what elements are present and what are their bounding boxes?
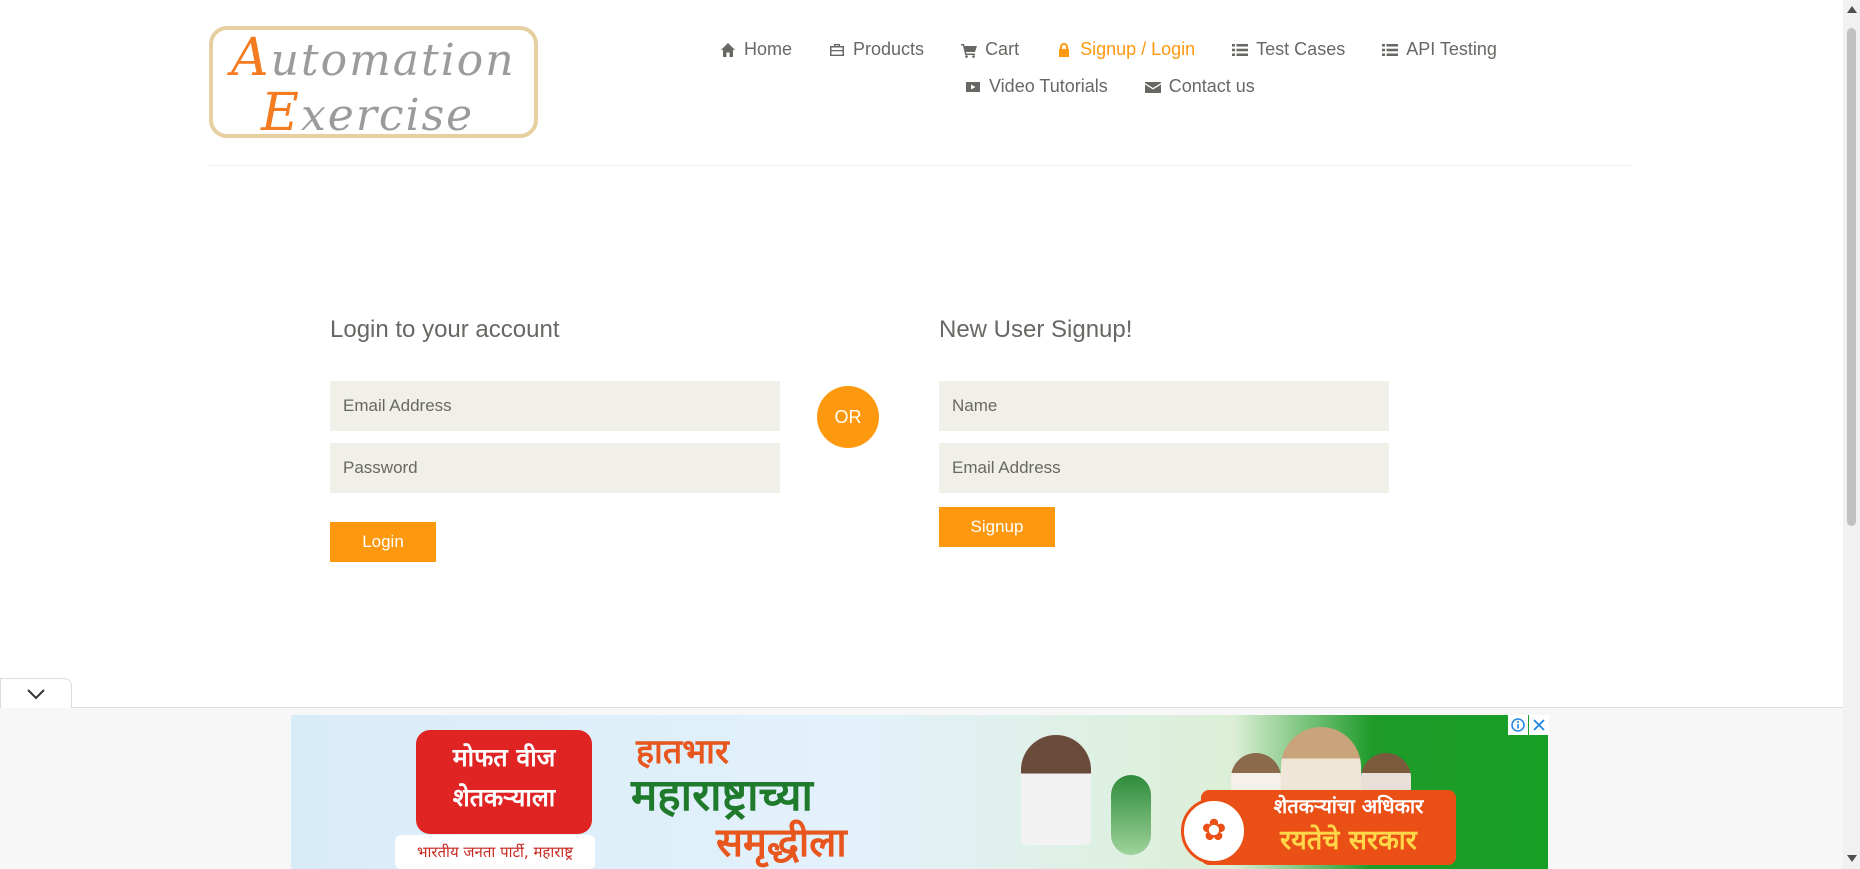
nav-home-label: Home	[744, 39, 793, 59]
scroll-thumb[interactable]	[1847, 28, 1856, 526]
logo-cap-e: E	[261, 83, 301, 143]
logo-word-1: utomation	[270, 35, 516, 86]
signup-email-input[interactable]	[939, 443, 1389, 493]
chevron-down-icon	[27, 688, 45, 699]
nav-video-tutorials-label: Video Tutorials	[989, 76, 1108, 96]
logo-word-2: xercise	[300, 90, 475, 141]
signup-name-input[interactable]	[939, 381, 1389, 431]
list-icon	[1382, 43, 1399, 56]
list-icon	[1232, 43, 1249, 56]
lock-icon	[1059, 42, 1070, 57]
login-password-input[interactable]	[330, 443, 780, 493]
login-title: Login to your account	[330, 316, 560, 343]
nav-cart[interactable]: Cart	[961, 39, 1019, 60]
briefcase-icon	[830, 43, 845, 56]
nav-contact-us-label: Contact us	[1168, 76, 1255, 96]
ad-headline-3: समृद्धीला	[716, 820, 847, 866]
ad-red-box: मोफत वीज शेतकऱ्याला	[416, 730, 592, 834]
nav-api-testing-label: API Testing	[1406, 39, 1497, 59]
signup-button[interactable]: Signup	[939, 507, 1055, 547]
nav-contact-us[interactable]: Contact us	[1144, 76, 1255, 97]
nav-test-cases-label: Test Cases	[1256, 39, 1346, 59]
logo-cap-a: A	[231, 28, 271, 88]
envelope-icon	[1144, 81, 1161, 93]
ad-leader-portrait	[1281, 727, 1361, 797]
nav-api-testing[interactable]: API Testing	[1382, 39, 1497, 60]
secondary-nav: Video Tutorials Contact us	[965, 76, 1292, 97]
cart-icon	[961, 43, 978, 58]
login-email-input[interactable]	[330, 381, 780, 431]
signup-title: New User Signup!	[939, 316, 1133, 343]
ad-red-box-line2: शेतकऱ्याला	[452, 783, 556, 812]
nav-signup-login-label: Signup / Login	[1080, 39, 1196, 59]
ad-orange-box: ✿ शेतकऱ्यांचा अधिकार रयतेचे सरकार	[1181, 790, 1456, 865]
ad-info-icon[interactable]	[1508, 715, 1528, 735]
nav-home[interactable]: Home	[720, 39, 792, 60]
scroll-down-arrow-icon[interactable]	[1847, 855, 1857, 862]
nav-products-label: Products	[853, 39, 925, 59]
scroll-up-arrow-icon[interactable]	[1847, 6, 1857, 13]
ad-water-pipe-image	[1111, 775, 1151, 855]
logo-text: Automation Exercise	[231, 32, 516, 142]
or-badge: OR	[817, 386, 879, 448]
nav-test-cases[interactable]: Test Cases	[1232, 39, 1345, 60]
nav-signup-login[interactable]: Signup / Login	[1056, 39, 1195, 60]
site-logo[interactable]: Automation Exercise	[209, 26, 538, 141]
header-divider	[209, 165, 1631, 166]
youtube-play-icon	[966, 81, 980, 92]
nav-products[interactable]: Products	[829, 39, 924, 60]
main-nav: Home Products Cart Signup / Login Test C…	[720, 39, 1534, 60]
ad-banner[interactable]: मोफत वीज शेतकऱ्याला भारतीय जनता पार्टी, …	[291, 715, 1548, 869]
page-scrollbar[interactable]	[1843, 0, 1860, 869]
ad-person-image	[1021, 735, 1091, 845]
nav-cart-label: Cart	[985, 39, 1020, 59]
lotus-icon: ✿	[1181, 798, 1247, 864]
ad-red-box-line1: मोफत वीज	[452, 743, 556, 772]
ad-collapse-tab[interactable]	[0, 678, 72, 708]
home-icon	[721, 42, 735, 57]
login-button[interactable]: Login	[330, 522, 436, 562]
ad-party-strip: भारतीय जनता पार्टी, महाराष्ट्र	[395, 835, 595, 869]
ad-close-icon[interactable]	[1529, 715, 1549, 735]
nav-video-tutorials[interactable]: Video Tutorials	[965, 76, 1108, 97]
